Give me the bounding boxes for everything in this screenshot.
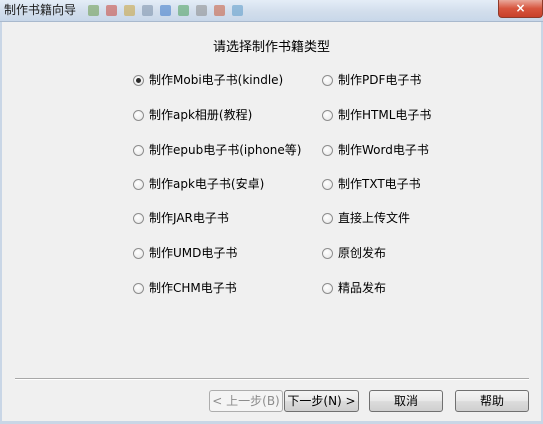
radio-chm[interactable] (133, 282, 144, 294)
option-label: 制作apk电子书(安卓) (149, 177, 265, 191)
window-frame-left (0, 22, 2, 422)
option-label: 制作HTML电子书 (338, 108, 432, 122)
background-toolbar-ghost (86, 4, 286, 18)
radio-premium-publish[interactable] (322, 282, 333, 294)
option-direct-upload[interactable]: 直接上传文件 (322, 208, 410, 228)
title-bar: 制作书籍向导 × (0, 0, 543, 22)
cancel-button[interactable]: 取消 (369, 390, 443, 412)
option-txt[interactable]: 制作TXT电子书 (322, 174, 421, 194)
option-original-publish[interactable]: 原创发布 (322, 243, 386, 263)
back-button[interactable]: < 上一步(B) (209, 390, 283, 412)
option-word[interactable]: 制作Word电子书 (322, 140, 429, 160)
option-premium-publish[interactable]: 精品发布 (322, 278, 386, 298)
footer-separator (15, 378, 529, 380)
option-label: 制作TXT电子书 (338, 177, 421, 191)
option-label: 制作UMD电子书 (149, 246, 238, 260)
close-icon: × (515, 1, 526, 15)
option-html[interactable]: 制作HTML电子书 (322, 105, 431, 125)
option-label: 制作PDF电子书 (338, 73, 422, 87)
option-label: 制作Mobi电子书(kindle) (149, 73, 284, 87)
dialog-heading: 请选择制作书籍类型 (212, 40, 330, 55)
option-chm[interactable]: 制作CHM电子书 (133, 278, 237, 298)
option-pdf[interactable]: 制作PDF电子书 (322, 70, 421, 90)
help-button[interactable]: 帮助 (455, 390, 529, 412)
option-label: 精品发布 (338, 281, 387, 295)
radio-txt[interactable] (322, 178, 333, 190)
next-button[interactable]: 下一步(N) > (284, 390, 359, 412)
radio-pdf[interactable] (322, 74, 333, 86)
radio-umd[interactable] (133, 247, 144, 259)
option-label: 制作CHM电子书 (149, 281, 237, 295)
window-title: 制作书籍向导 (4, 3, 77, 17)
radio-html[interactable] (322, 109, 333, 121)
radio-apk-album[interactable] (133, 109, 144, 121)
radio-jar[interactable] (133, 212, 144, 224)
option-label: 制作JAR电子书 (149, 211, 229, 225)
radio-apk-ebook[interactable] (133, 178, 144, 190)
radio-direct-upload[interactable] (322, 212, 333, 224)
close-button[interactable]: × (498, 0, 543, 18)
option-mobi[interactable]: 制作Mobi电子书(kindle) (133, 70, 283, 90)
option-label: 直接上传文件 (338, 211, 411, 225)
option-umd[interactable]: 制作UMD电子书 (133, 243, 237, 263)
radio-original-publish[interactable] (322, 247, 333, 259)
radio-mobi[interactable] (133, 74, 144, 86)
option-jar[interactable]: 制作JAR电子书 (133, 208, 229, 228)
radio-epub[interactable] (133, 144, 144, 156)
radio-word[interactable] (322, 144, 333, 156)
option-label: 制作apk相册(教程) (149, 108, 253, 122)
option-label: 制作Word电子书 (338, 143, 429, 157)
option-apk-ebook[interactable]: 制作apk电子书(安卓) (133, 174, 264, 194)
option-apk-album[interactable]: 制作apk相册(教程) (133, 105, 252, 125)
option-epub[interactable]: 制作epub电子书(iphone等) (133, 140, 301, 160)
option-label: 原创发布 (338, 246, 387, 260)
option-label: 制作epub电子书(iphone等) (149, 143, 302, 157)
